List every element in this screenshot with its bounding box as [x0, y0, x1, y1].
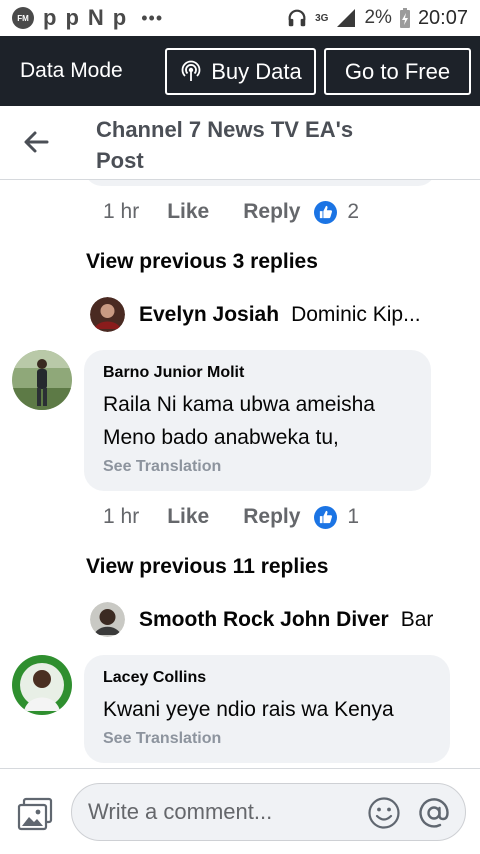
reply-snippet: Bar	[400, 607, 434, 631]
notification-app-icon: p	[65, 5, 79, 30]
comment-text-line-1: Raila Ni kama ubwa ameisha	[103, 393, 375, 416]
reply-link[interactable]: Reply	[243, 505, 300, 529]
comment-meta-row: 1 hr Like Reply 2	[103, 200, 359, 224]
comment-text-line-2: Meno bado anabweka tu,	[103, 426, 339, 449]
comment-bubble[interactable]: Barno Junior Molit Raila Ni kama ubwa am…	[84, 350, 431, 491]
signal-icon	[337, 9, 356, 27]
reply-preview[interactable]: Smooth Rock John Diver Bar	[90, 602, 450, 637]
reaction-count[interactable]: 1	[347, 505, 359, 529]
comment-author[interactable]: Lacey Collins	[103, 669, 432, 687]
notification-app-icon: p	[112, 5, 127, 30]
reply-link[interactable]: Reply	[243, 200, 300, 224]
reply-preview[interactable]: Evelyn Josiah Dominic Kip...	[90, 297, 450, 332]
avatar	[90, 602, 125, 637]
like-reaction-icon[interactable]	[314, 505, 338, 529]
reply-author[interactable]: Evelyn Josiah	[139, 303, 279, 327]
data-mode-bar: Data Mode Buy Data Go to Free	[0, 36, 480, 106]
back-arrow-icon[interactable]	[22, 128, 50, 156]
comment-meta-row: 1 hr Like Reply 1	[103, 505, 359, 529]
go-to-free-button[interactable]: Go to Free	[324, 48, 471, 95]
go-to-free-label: Go to Free	[344, 58, 451, 84]
network-type: 3G	[315, 12, 329, 24]
avatar[interactable]	[12, 350, 72, 410]
notification-app-icon: p	[43, 5, 57, 30]
headphones-icon	[288, 9, 306, 27]
comment-box[interactable]	[71, 783, 466, 841]
clock: 20:07	[417, 6, 468, 29]
comment-bubble[interactable]: Lacey Collins Kwani yeye ndio rais wa Ke…	[84, 655, 450, 763]
reaction-count[interactable]: 2	[347, 200, 359, 224]
mention-icon[interactable]	[417, 796, 451, 830]
comment-time: 1 hr	[103, 505, 140, 528]
like-reaction-icon[interactable]	[314, 200, 338, 224]
view-previous-replies[interactable]: View previous 11 replies	[86, 555, 328, 579]
data-mode-label: Data Mode	[20, 59, 123, 82]
previous-comment-bubble	[84, 180, 436, 186]
comment-text: Kwani yeye ndio rais wa Kenya	[103, 698, 394, 721]
see-translation-link[interactable]: See Translation	[103, 458, 413, 476]
broadcast-icon	[181, 60, 201, 81]
comment-input[interactable]	[88, 799, 358, 825]
fm-radio-icon: FM	[12, 7, 34, 29]
post-header: Channel 7 News TV EA's Post	[0, 106, 480, 180]
emoji-icon[interactable]	[367, 796, 401, 830]
notification-app-icon: N	[87, 5, 104, 30]
status-bar: FM p p N p ••• 3G 2% 20:07	[0, 0, 480, 36]
comments-list: 1 hr Like Reply 2 View previous 3 replie…	[0, 180, 480, 768]
avatar	[90, 297, 125, 332]
reply-snippet: Dominic Kip...	[291, 302, 421, 326]
comment-time: 1 hr	[103, 200, 140, 223]
buy-data-label: Buy Data	[211, 58, 302, 84]
photo-icon[interactable]	[17, 797, 53, 831]
comment-composer	[0, 768, 480, 854]
see-translation-link[interactable]: See Translation	[103, 730, 432, 748]
like-link[interactable]: Like	[167, 505, 209, 529]
battery-percent: 2%	[364, 7, 392, 28]
battery-charging-icon	[399, 8, 410, 28]
avatar[interactable]	[12, 655, 72, 715]
more-notifications-icon: •••	[141, 7, 164, 28]
page-title: Channel 7 News TV EA's Post	[96, 117, 354, 173]
like-link[interactable]: Like	[167, 200, 209, 224]
comment-author[interactable]: Barno Junior Molit	[103, 364, 413, 382]
view-previous-replies[interactable]: View previous 3 replies	[86, 250, 318, 274]
reply-author[interactable]: Smooth Rock John Diver	[139, 608, 389, 632]
buy-data-button[interactable]: Buy Data	[165, 48, 316, 95]
